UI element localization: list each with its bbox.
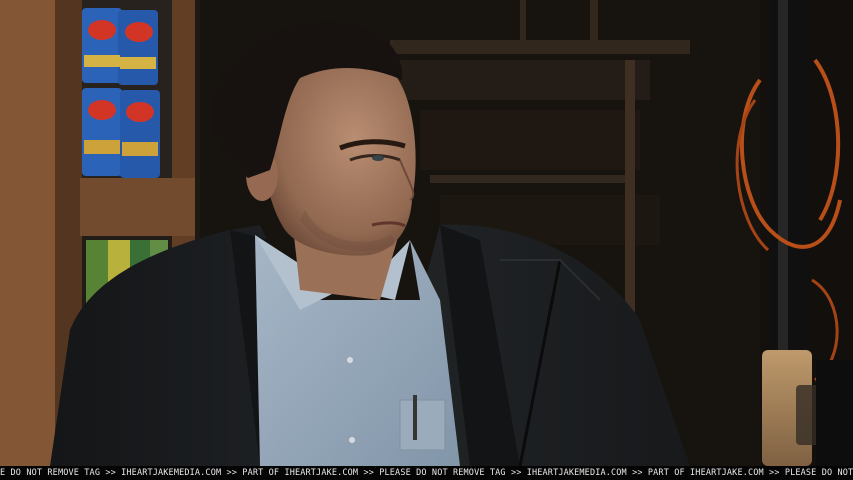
watermark-bar: E DO NOT REMOVE TAG >> IHEARTJAKEMEDIA.C…: [0, 466, 853, 480]
watermark-text: E DO NOT REMOVE TAG >> IHEARTJAKEMEDIA.C…: [0, 468, 853, 478]
film-still: [0, 0, 853, 466]
